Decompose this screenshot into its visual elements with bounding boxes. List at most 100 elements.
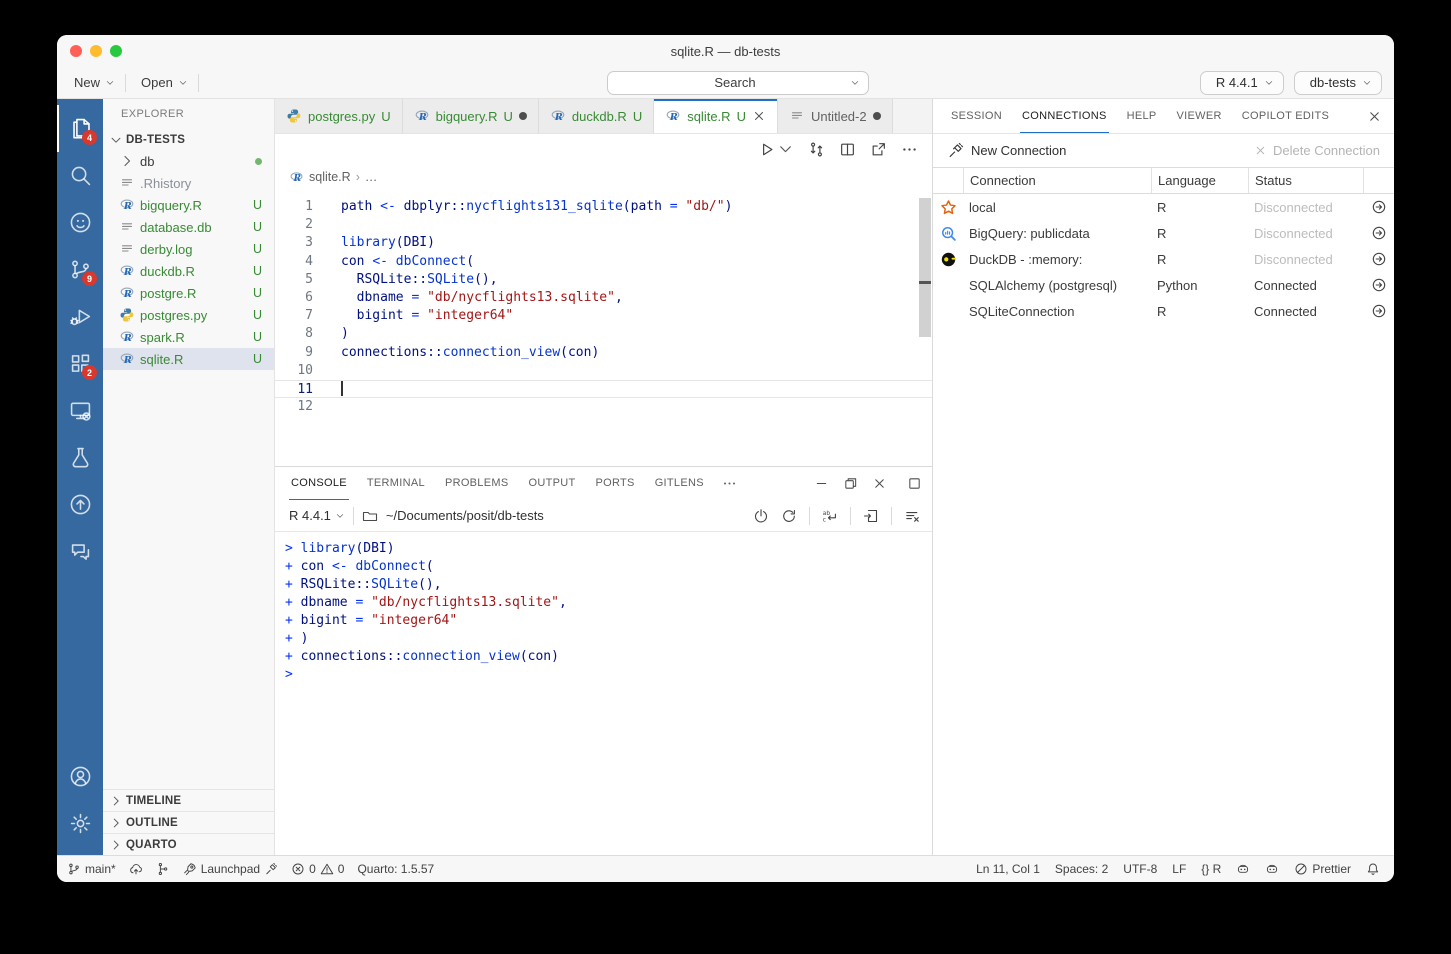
explorer-item-database.db[interactable]: database.dbU <box>103 216 274 238</box>
explorer-item-derby.log[interactable]: derby.logU <box>103 238 274 260</box>
explorer-item-postgres.py[interactable]: postgres.pyU <box>103 304 274 326</box>
code-line[interactable]: 9connections::connection_view(con) <box>275 344 932 362</box>
open-in-new-window-icon[interactable] <box>870 141 887 158</box>
code-line[interactable]: 4con <- dbConnect( <box>275 253 932 271</box>
code-text[interactable]: RSQLite::SQLite(), <box>313 271 498 289</box>
activity-bar-item-publish[interactable] <box>57 481 103 528</box>
connection-column-header[interactable]: Connection <box>963 168 1151 193</box>
open-connection-button[interactable] <box>1363 225 1394 241</box>
code-line[interactable]: 6 dbname = "db/nycflights13.sqlite", <box>275 289 932 307</box>
split-editor-icon[interactable] <box>839 141 856 158</box>
status-column-header[interactable]: Status <box>1248 168 1363 193</box>
open-connection-button[interactable] <box>1363 303 1394 319</box>
close-tab-icon[interactable] <box>752 109 766 123</box>
editor-tab-Untitled-2[interactable]: Untitled-2 <box>778 99 893 133</box>
code-text[interactable] <box>313 362 341 380</box>
open-connection-button[interactable] <box>1363 277 1394 293</box>
code-text[interactable]: library(DBI) <box>313 234 435 252</box>
panel-tab-ports[interactable]: PORTS <box>594 467 637 500</box>
breadcrumb-file[interactable]: sqlite.R <box>309 170 351 184</box>
code-text[interactable]: ) <box>313 325 349 343</box>
editor-scrollbar[interactable] <box>919 198 931 337</box>
code-text[interactable] <box>313 216 341 234</box>
editor-tab-duckdb.R[interactable]: Rduckdb.RU <box>539 99 654 133</box>
pane-tab-connections[interactable]: CONNECTIONS <box>1020 99 1109 133</box>
interpreter-selector[interactable]: R R 4.4.1 <box>1200 71 1284 95</box>
code-line[interactable]: 10 <box>275 362 932 380</box>
minimize-window-button[interactable] <box>90 45 102 57</box>
open-button[interactable]: Open <box>136 75 188 90</box>
chevron-down-icon[interactable] <box>850 78 860 88</box>
sidebar-section-quarto[interactable]: QUARTO <box>103 833 274 855</box>
explorer-item-spark.R[interactable]: Rspark.RU <box>103 326 274 348</box>
open-connection-button[interactable] <box>1363 251 1394 267</box>
delete-connection-button[interactable]: Delete Connection <box>1254 143 1380 158</box>
publish-changes[interactable] <box>129 862 143 876</box>
panel-tab-console[interactable]: CONSOLE <box>289 467 349 500</box>
activity-bar-item-extensions[interactable]: 2 <box>57 340 103 387</box>
code-line[interactable]: 11 <box>275 380 932 398</box>
code-text[interactable]: bigint = "integer64" <box>313 307 513 325</box>
sidebar-section-timeline[interactable]: TIMELINE <box>103 789 274 811</box>
maximize-panel-icon[interactable] <box>907 476 922 491</box>
open-connection-button[interactable] <box>1363 199 1394 215</box>
connection-row-sqlalchemy-postgresql-[interactable]: SQLAlchemy (postgresql)PythonConnected <box>933 272 1394 298</box>
code-line[interactable]: 1path <- dbplyr::nycflights131_sqlite(pa… <box>275 198 932 216</box>
clear-console-icon[interactable] <box>904 508 920 524</box>
editor-tab-bigquery.R[interactable]: Rbigquery.RU <box>403 99 539 133</box>
pane-tab-session[interactable]: SESSION <box>949 99 1004 133</box>
console-runtime-label[interactable]: R 4.4.1 <box>289 508 331 523</box>
workspace-root-item[interactable]: DB-TESTS <box>103 129 274 150</box>
connection-row-local[interactable]: localRDisconnected <box>933 194 1394 220</box>
connection-row-bigquery-publicdata[interactable]: BigQuery: publicdataRDisconnected <box>933 220 1394 246</box>
code-line[interactable]: 8) <box>275 325 932 343</box>
code-editor[interactable]: 1path <- dbplyr::nycflights131_sqlite(pa… <box>275 190 932 466</box>
language-mode[interactable]: {} R <box>1201 862 1221 876</box>
activity-bar-item-search[interactable] <box>57 152 103 199</box>
activity-bar-item-account[interactable] <box>57 753 103 800</box>
close-panel-icon[interactable] <box>872 476 887 491</box>
connection-row-sqliteconnection[interactable]: SQLiteConnectionRConnected <box>933 298 1394 324</box>
panel-tab-output[interactable]: OUTPUT <box>526 467 577 500</box>
diagnostics[interactable]: 00 <box>291 862 344 876</box>
copilot-status[interactable] <box>1236 862 1250 876</box>
activity-bar-item-run-debug[interactable] <box>57 293 103 340</box>
code-text[interactable]: con <- dbConnect( <box>313 253 474 271</box>
source-control-compare-icon[interactable] <box>808 141 825 158</box>
more-actions-icon[interactable] <box>901 141 918 158</box>
code-text[interactable]: path <- dbplyr::nycflights131_sqlite(pat… <box>313 198 732 216</box>
activity-bar-item-settings[interactable] <box>57 800 103 847</box>
minimize-panel-icon[interactable] <box>814 476 829 491</box>
new-connection-button[interactable]: New Connection <box>947 142 1066 159</box>
git-graph[interactable] <box>156 862 170 876</box>
workspace-selector[interactable]: db-tests <box>1294 71 1382 95</box>
pane-tab-help[interactable]: HELP <box>1125 99 1159 133</box>
code-line[interactable]: 12 <box>275 398 932 416</box>
launchpad[interactable]: Launchpad <box>183 862 278 876</box>
zoom-window-button[interactable] <box>110 45 122 57</box>
code-text[interactable]: dbname = "db/nycflights13.sqlite", <box>313 289 623 307</box>
breadcrumb[interactable]: R sqlite.R › … <box>275 164 932 190</box>
working-directory-label[interactable]: ~/Documents/posit/db-tests <box>386 508 544 523</box>
eol[interactable]: LF <box>1172 862 1186 876</box>
activity-bar-item-explorer[interactable]: 4 <box>57 105 103 152</box>
open-in-editor-icon[interactable] <box>863 508 879 524</box>
cursor-position[interactable]: Ln 11, Col 1 <box>976 862 1040 876</box>
code-line[interactable]: 5 RSQLite::SQLite(), <box>275 271 932 289</box>
explorer-item-.Rhistory[interactable]: .Rhistory <box>103 172 274 194</box>
shutdown-session-icon[interactable] <box>753 508 769 524</box>
explorer-item-postgre.R[interactable]: Rpostgre.RU <box>103 282 274 304</box>
pane-tab-copilot-edits[interactable]: COPILOT EDITS <box>1240 99 1331 133</box>
code-line[interactable]: 7 bigint = "integer64" <box>275 307 932 325</box>
encoding[interactable]: UTF-8 <box>1123 862 1157 876</box>
indentation[interactable]: Spaces: 2 <box>1055 862 1108 876</box>
code-text[interactable] <box>313 398 341 416</box>
code-line[interactable]: 3library(DBI) <box>275 234 932 252</box>
search-input[interactable]: Search <box>607 71 869 95</box>
pane-tab-viewer[interactable]: VIEWER <box>1175 99 1224 133</box>
code-text[interactable] <box>313 381 343 397</box>
editor-tab-postgres.py[interactable]: postgres.pyU <box>275 99 403 133</box>
activity-bar-item-testing[interactable] <box>57 434 103 481</box>
activity-bar-item-github[interactable] <box>57 199 103 246</box>
sidebar-section-outline[interactable]: OUTLINE <box>103 811 274 833</box>
